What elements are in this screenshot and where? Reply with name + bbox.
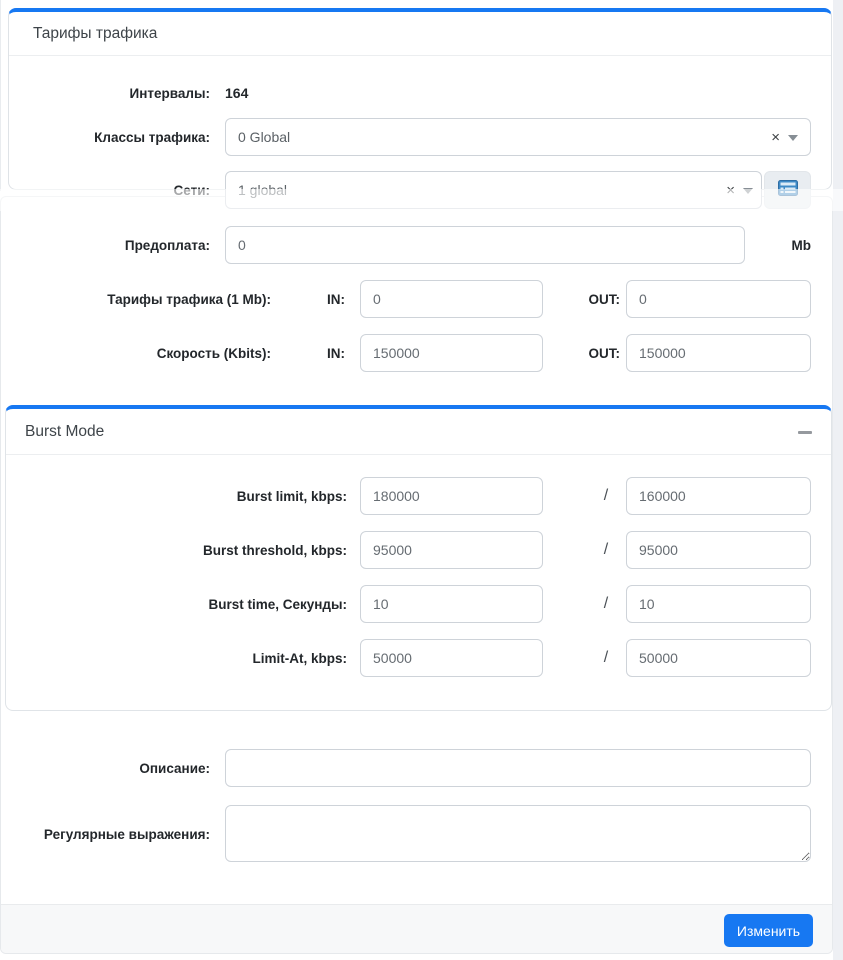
- chevron-down-icon[interactable]: [743, 188, 753, 194]
- intervals-row: Интервалы: 164: [0, 82, 843, 104]
- chevron-down-icon[interactable]: [788, 135, 798, 141]
- burst-limit-in-input[interactable]: [360, 477, 543, 515]
- burst-threshold-out-input[interactable]: [626, 531, 811, 569]
- prepaid-label: Предоплата:: [124, 237, 210, 253]
- tariff-rate-row: Тарифы трафика (1 Mb): IN: OUT:: [0, 280, 843, 318]
- slash-separator: /: [603, 595, 609, 612]
- prepaid-input[interactable]: [225, 226, 745, 264]
- networks-select[interactable]: 1 global ×: [225, 171, 762, 209]
- collapse-icon[interactable]: [798, 431, 812, 434]
- description-label: Описание:: [139, 760, 210, 776]
- burst-threshold-label: Burst threshold, kbps:: [202, 542, 347, 558]
- description-input[interactable]: [225, 749, 811, 787]
- burst-threshold-in-input[interactable]: [360, 531, 543, 569]
- speed-in-input[interactable]: [360, 334, 543, 372]
- regex-textarea[interactable]: [225, 805, 811, 862]
- tariff-in-input[interactable]: [360, 280, 543, 318]
- networks-label: Сети:: [173, 182, 211, 198]
- burst-threshold-row: Burst threshold, kbps: /: [0, 531, 843, 569]
- burst-limit-out-input[interactable]: [626, 477, 811, 515]
- burst-mode-title: Burst Mode: [25, 423, 105, 440]
- burst-time-label: Burst time, Секунды:: [208, 596, 347, 612]
- tariffs-card-header: Тарифы трафика: [9, 12, 831, 56]
- networks-table-button[interactable]: [764, 171, 811, 209]
- regex-label: Регулярные выражения:: [43, 826, 210, 842]
- prepaid-unit-label: Mb: [791, 237, 812, 253]
- in-label: IN:: [327, 291, 345, 307]
- out-label: OUT:: [588, 291, 621, 307]
- traffic-classes-selected-value: 0 Global: [238, 129, 291, 145]
- burst-time-out-input[interactable]: [626, 585, 811, 623]
- traffic-classes-select[interactable]: 0 Global ×: [225, 118, 811, 156]
- table-list-icon: [777, 179, 798, 201]
- prepaid-row: Предоплата: Mb: [0, 226, 843, 264]
- traffic-tariffs-page: Тарифы трафика Интервалы: 164 Классы тра…: [0, 0, 843, 960]
- submit-button[interactable]: Изменить: [724, 914, 813, 947]
- burst-mode-header: Burst Mode: [6, 409, 831, 455]
- traffic-classes-label: Классы трафика:: [94, 129, 210, 145]
- in-label: IN:: [327, 345, 345, 361]
- tariffs-card-title: Тарифы трафика: [33, 25, 158, 42]
- slash-separator: /: [603, 487, 609, 504]
- intervals-value: 164: [225, 85, 249, 101]
- form-footer: [1, 904, 832, 953]
- limit-at-label: Limit-At, kbps:: [252, 650, 348, 666]
- burst-limit-label: Burst limit, kbps:: [236, 488, 347, 504]
- networks-row: Сети: 1 global ×: [0, 171, 843, 209]
- description-row: Описание:: [0, 749, 843, 787]
- traffic-classes-row: Классы трафика: 0 Global ×: [0, 118, 843, 156]
- slash-separator: /: [603, 541, 609, 558]
- intervals-label: Интервалы:: [129, 85, 210, 101]
- speed-label: Скорость (Kbits):: [156, 345, 271, 361]
- burst-time-row: Burst time, Секунды: /: [0, 585, 843, 623]
- limit-at-row: Limit-At, kbps: /: [0, 639, 843, 677]
- clear-selection-icon[interactable]: ×: [726, 172, 735, 208]
- limit-at-out-input[interactable]: [626, 639, 811, 677]
- out-label: OUT:: [588, 345, 621, 361]
- clear-selection-icon[interactable]: ×: [771, 119, 780, 155]
- burst-limit-row: Burst limit, kbps: /: [0, 477, 843, 515]
- tariff-rate-label: Тарифы трафика (1 Mb):: [107, 291, 271, 307]
- slash-separator: /: [603, 649, 609, 666]
- networks-selected-value: 1 global: [238, 182, 288, 198]
- tariff-out-input[interactable]: [626, 280, 811, 318]
- burst-time-in-input[interactable]: [360, 585, 543, 623]
- speed-out-input[interactable]: [626, 334, 811, 372]
- regex-row: Регулярные выражения:: [0, 805, 843, 863]
- limit-at-in-input[interactable]: [360, 639, 543, 677]
- speed-row: Скорость (Kbits): IN: OUT:: [0, 334, 843, 372]
